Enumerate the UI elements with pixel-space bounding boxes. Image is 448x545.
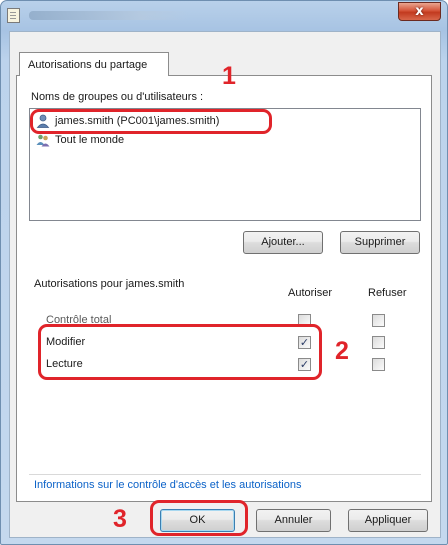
deny-modify-checkbox[interactable] — [372, 336, 385, 349]
step-number-1: 1 — [222, 62, 236, 90]
allow-modify-checkbox[interactable]: ✓ — [298, 336, 311, 349]
access-control-info-link[interactable]: Informations sur le contrôle d'accès et … — [34, 479, 301, 491]
user-icon — [36, 114, 50, 128]
add-button[interactable]: Ajouter... — [243, 231, 323, 254]
deny-full-control-checkbox[interactable] — [372, 314, 385, 327]
title-bar[interactable]: x — [1, 1, 447, 31]
allow-read-checkbox[interactable]: ✓ — [298, 358, 311, 371]
close-icon: x — [415, 4, 424, 19]
deny-read-checkbox[interactable] — [372, 358, 385, 371]
cancel-button[interactable]: Annuler — [256, 509, 331, 532]
users-group-icon — [36, 134, 50, 147]
permission-label-full-control: Contrôle total — [46, 314, 112, 326]
divider — [29, 474, 421, 475]
deny-column-header: Refuser — [368, 287, 407, 299]
apply-button[interactable]: Appliquer — [348, 509, 428, 532]
step-number-2: 2 — [335, 337, 349, 365]
document-icon — [7, 8, 20, 23]
tab-sharing-permissions[interactable]: Autorisations du partage — [19, 52, 169, 76]
allow-full-control-checkbox[interactable] — [298, 314, 311, 327]
list-item-label: james.smith (PC001\james.smith) — [55, 115, 220, 127]
step-number-3: 3 — [113, 505, 127, 533]
remove-button[interactable]: Supprimer — [340, 231, 420, 254]
permission-label-read: Lecture — [46, 358, 83, 370]
users-heading: Noms de groupes ou d'utilisateurs : — [31, 91, 204, 103]
list-item-label: Tout le monde — [55, 134, 125, 146]
users-list[interactable]: james.smith (PC001\james.smith) Tout le … — [29, 108, 421, 221]
permissions-heading: Autorisations pour james.smith — [34, 278, 185, 290]
allow-column-header: Autoriser — [288, 287, 333, 299]
close-button[interactable]: x — [398, 2, 441, 21]
window-title — [29, 11, 189, 20]
ok-button[interactable]: OK — [160, 509, 235, 532]
permission-label-modify: Modifier — [46, 336, 86, 348]
